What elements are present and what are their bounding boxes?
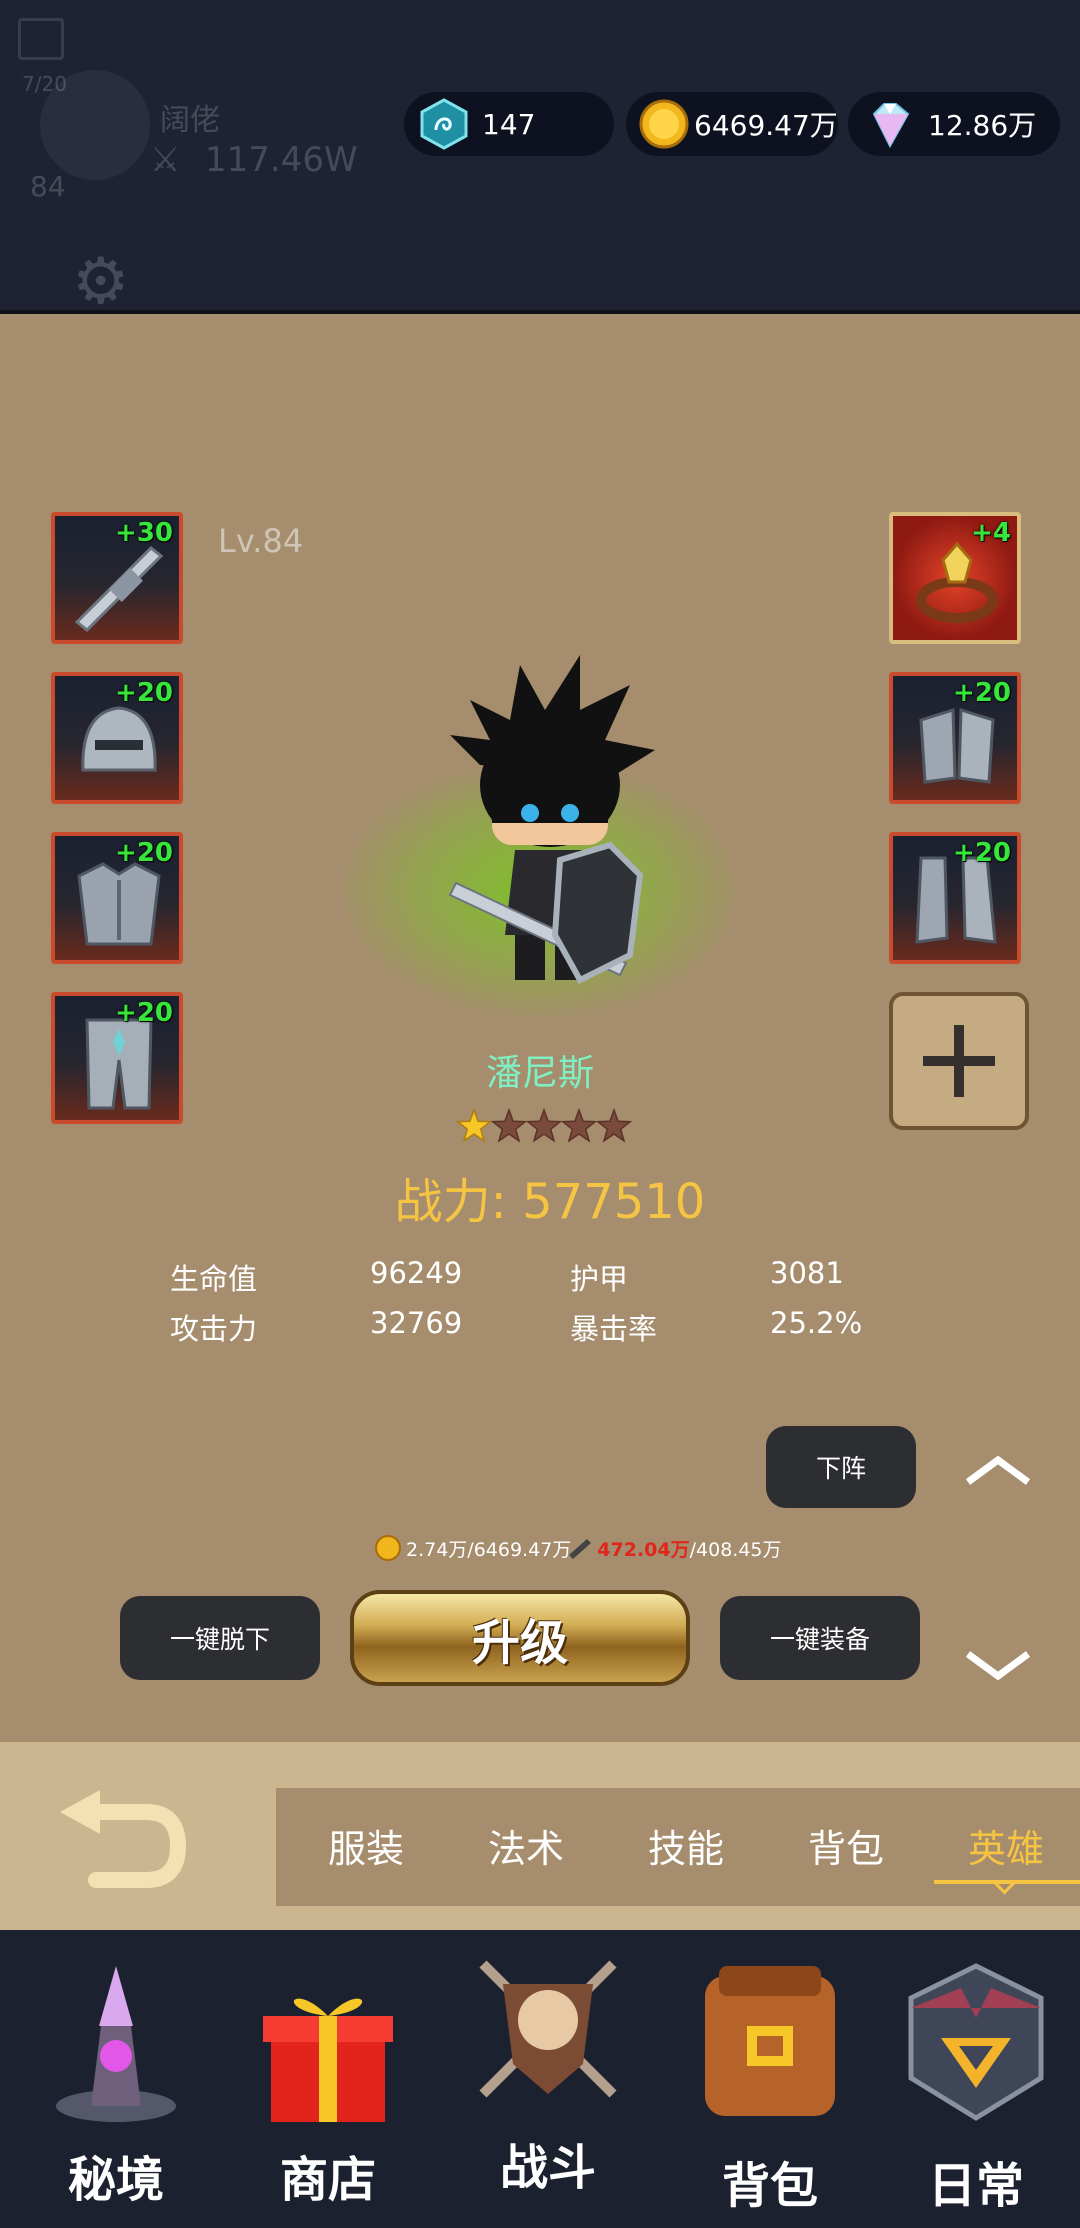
rune-gem-counter[interactable]: 147 xyxy=(404,92,614,156)
rune-gem-icon xyxy=(420,98,468,150)
gift-box-icon xyxy=(263,1998,393,2122)
nav-label: 商店 xyxy=(279,2152,376,2208)
hero-character[interactable] xyxy=(430,645,670,1005)
material-need: /408.45万 xyxy=(689,1538,782,1561)
plus-level: +4 xyxy=(971,518,1011,548)
gold-value: 6469.47万 xyxy=(694,109,838,142)
diamond-icon xyxy=(872,103,910,149)
tab-spells[interactable]: 法术 xyxy=(488,1818,564,1873)
equip-slot-boots[interactable]: +20 xyxy=(889,832,1021,964)
plus-level: +20 xyxy=(115,678,173,708)
unequip-all-button[interactable]: 一键脱下 xyxy=(120,1596,320,1680)
nav-label: 背包 xyxy=(721,2158,818,2214)
gear-icon[interactable]: ⚙ xyxy=(72,250,129,314)
combat-power: 战力: 577510 xyxy=(394,1174,706,1230)
nav-backpack[interactable]: 背包 xyxy=(680,1950,860,2214)
nav-label: 秘境 xyxy=(67,2152,164,2208)
equip-slot-ring[interactable]: +4 xyxy=(889,512,1021,644)
plus-level: +20 xyxy=(115,998,173,1028)
nav-battle[interactable]: 战斗 xyxy=(458,1944,638,2204)
stat-attack-value: 32769 xyxy=(370,1306,463,1340)
diamond-value: 12.86万 xyxy=(928,109,1037,142)
plus-level: +20 xyxy=(115,838,173,868)
backpack-icon xyxy=(705,1966,835,2116)
stat-hp-label: 生命值 xyxy=(170,1262,258,1296)
crossed-swords-icon: ⚔ xyxy=(150,140,181,180)
nav-label: 日常 xyxy=(927,2158,1024,2214)
tab-skills[interactable]: 技能 xyxy=(648,1818,724,1873)
gold-cost: 2.74万/6469.47万 xyxy=(406,1538,572,1561)
top-bar: 7/20 84 阔佬 ⚔ 117.46W ⚙ 147 6469.47万 12.8… xyxy=(0,0,1080,314)
star-empty-icon xyxy=(595,1108,632,1143)
gold-coin-icon xyxy=(639,99,689,149)
star-empty-icon xyxy=(560,1108,598,1143)
avatar[interactable] xyxy=(40,70,150,180)
shield-crest-icon xyxy=(908,1963,1044,2121)
plus-level: +20 xyxy=(953,678,1011,708)
plus-level: +20 xyxy=(953,838,1011,868)
diamond-counter[interactable]: 12.86万 xyxy=(848,92,1060,156)
nav-shop[interactable]: 商店 xyxy=(238,1950,418,2210)
gold-coin-icon xyxy=(375,1535,401,1561)
material-have: 472.04万 xyxy=(597,1538,690,1561)
player-power: 117.46W xyxy=(205,140,358,180)
stat-crit-label: 暴击率 xyxy=(570,1312,658,1346)
whetstone-icon xyxy=(569,1539,592,1559)
star-empty-icon xyxy=(525,1108,563,1143)
crystal-tower-icon xyxy=(56,1966,176,2122)
upgrade-button[interactable]: 升级 xyxy=(350,1590,690,1686)
equip-slot-gauntlets[interactable]: +20 xyxy=(889,672,1021,804)
tab-costume[interactable]: 服装 xyxy=(328,1818,404,1873)
equip-slot-sword[interactable]: +30 xyxy=(51,512,183,644)
nav-daily[interactable]: 日常 xyxy=(886,1950,1066,2214)
nav-secret-realm[interactable]: 秘境 xyxy=(26,1950,206,2210)
star-rating xyxy=(456,1108,632,1143)
plus-level: +30 xyxy=(115,518,173,548)
nav-label: 战斗 xyxy=(499,2140,596,2196)
tab-bag[interactable]: 背包 xyxy=(808,1818,884,1873)
upgrade-cost: 2.74万/6469.47万 472.04万 /408.45万 xyxy=(374,1532,782,1564)
lion-crest-icon xyxy=(479,1960,617,2098)
stat-attack-label: 攻击力 xyxy=(170,1312,258,1346)
equip-all-button[interactable]: 一键装备 xyxy=(720,1596,920,1680)
back-arrow-icon[interactable] xyxy=(56,1790,186,1890)
menu-icon[interactable] xyxy=(18,18,64,60)
player-level: 84 xyxy=(30,170,66,203)
star-empty-icon xyxy=(490,1108,528,1143)
gold-counter[interactable]: 6469.47万 xyxy=(626,92,838,156)
chevron-up-icon[interactable] xyxy=(962,1452,1034,1488)
stat-crit-value: 25.2% xyxy=(770,1306,863,1340)
stat-armor-label: 护甲 xyxy=(570,1262,629,1296)
equip-slot-chest[interactable]: +20 xyxy=(51,832,183,964)
player-name: 阔佬 xyxy=(160,103,220,138)
upgrade-label: 升级 xyxy=(471,1615,568,1671)
stat-hp-value: 96249 xyxy=(370,1256,463,1290)
unequip-hero-button[interactable]: 下阵 xyxy=(766,1426,916,1508)
star-filled-icon xyxy=(456,1108,493,1143)
hero-name: 潘尼斯 xyxy=(485,1053,594,1094)
chevron-down-icon[interactable] xyxy=(962,1648,1034,1684)
stat-armor-value: 3081 xyxy=(770,1256,844,1290)
tab-hero[interactable]: 英雄 xyxy=(968,1818,1044,1873)
hero-level: Lv.84 xyxy=(218,522,304,560)
rune-gem-value: 147 xyxy=(482,107,536,141)
equip-slot-helmet[interactable]: +20 xyxy=(51,672,183,804)
